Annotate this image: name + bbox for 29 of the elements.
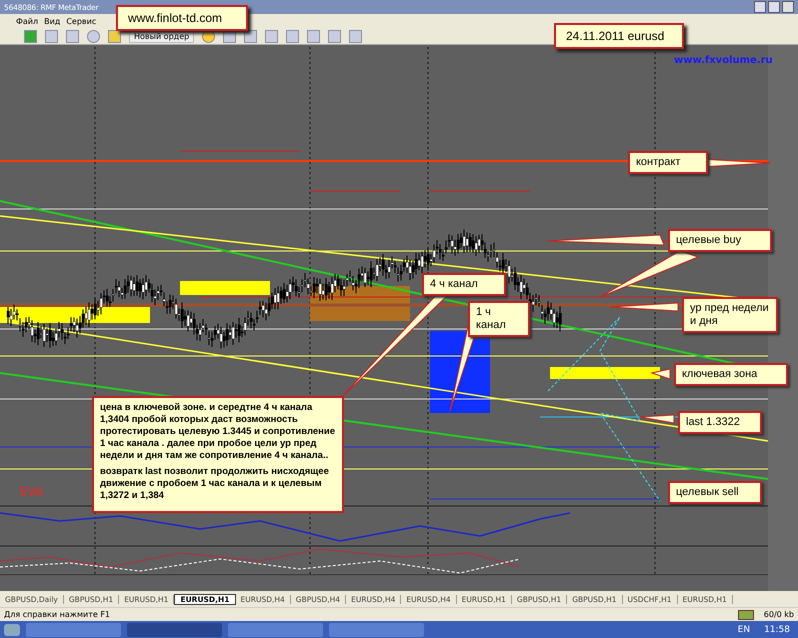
callout-label: 4 ч канал [422,273,506,296]
taskbar-button[interactable] [26,622,121,636]
eva-label: EVA [20,485,44,499]
callout-label: www.finlot-td.com [116,5,248,32]
callout-label: контракт [628,151,708,174]
taskbar-button[interactable] [329,622,424,636]
callout-label: целевые buy [668,229,772,252]
menu-item[interactable]: Файл [16,16,38,26]
leader-line [650,368,670,380]
traffic-label: 60/0 kb [764,610,794,619]
leader-line [640,414,674,424]
callout-label: ключевая зона [674,363,788,386]
taskbar-button[interactable] [228,622,323,636]
status-help: Для справки нажмите F1 [4,610,110,619]
callout-label: 24.11.2011 eurusd [554,23,684,50]
menu-item[interactable]: Вид [44,16,60,26]
website-label: www.fxvolume.ru [674,55,773,66]
comment-text: цена в ключевой зоне. и середтне 4 ч канала 1,3404 пробой которых даст возможность протестировать целевую 1.3445 и сопротивление 1 час канала . далее при пробое цели ур пред недели и дня там же сопротивление 4 ч канала.. [100,402,336,462]
callout-label: целевык sell [668,481,762,504]
language-label: EN [736,624,752,634]
circle-icon[interactable] [87,30,100,42]
menu-item[interactable]: Сервис [66,16,96,26]
callout-label: 1 ч канал [468,301,530,338]
comment-text: возвратк last позволит продолжить нисходящее движение с пробоем 1 час канала и к целевым 1,3272 и 1,384 [100,466,330,502]
clock-label: 11:58 [763,624,791,634]
callout-label: last 1.3322 [678,411,762,434]
taskbar-button[interactable] [127,622,222,636]
callout-label: ур пред недели и дня [682,297,778,334]
leader-line [610,302,678,312]
